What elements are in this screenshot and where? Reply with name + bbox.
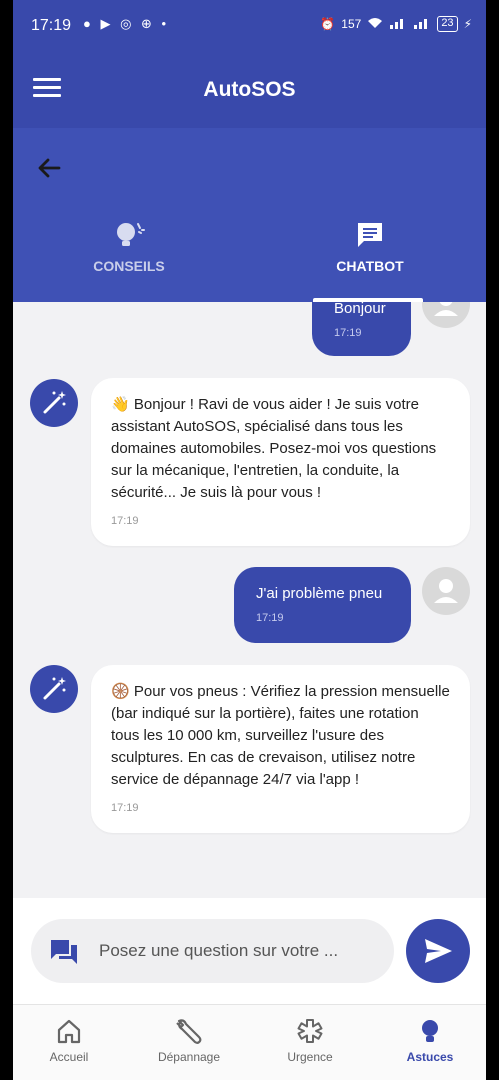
home-icon bbox=[57, 1019, 81, 1044]
battery-indicator: 23 bbox=[437, 16, 458, 32]
charging-icon: ⚡ bbox=[463, 17, 472, 31]
app-screen: 17:19 ● ▶ ◎ ⊕ • ⏰ 157 23 ⚡ AutoSOS CONSE… bbox=[13, 0, 486, 1080]
network-speed: 157 bbox=[341, 17, 362, 31]
bot-avatar bbox=[30, 665, 78, 713]
tab-conseils[interactable]: CONSEILS bbox=[29, 220, 229, 274]
message-time: 17:19 bbox=[334, 327, 362, 339]
message-bot: 👋 Bonjour ! Ravi de vous aider ! Je suis… bbox=[91, 378, 470, 546]
wifi-icon bbox=[367, 17, 383, 32]
message-time: 17:19 bbox=[256, 612, 284, 624]
signal-icon-2 bbox=[413, 17, 431, 32]
signal-icon bbox=[389, 17, 407, 32]
magic-wand-icon bbox=[43, 677, 66, 700]
lightbulb-icon bbox=[117, 223, 145, 246]
app-bar: AutoSOS bbox=[13, 54, 486, 128]
user-avatar bbox=[422, 302, 470, 328]
chat-messages[interactable]: Bonjour 17:19 👋 Bonjour ! Ravi de vous a… bbox=[13, 302, 486, 898]
message-text: J'ai problème pneu bbox=[256, 585, 383, 602]
medical-icon bbox=[297, 1019, 323, 1043]
message-text: 👋 Bonjour ! Ravi de vous aider ! Je suis… bbox=[111, 396, 437, 501]
wrench-icon bbox=[176, 1019, 202, 1044]
nav-accueil-label: Accueil bbox=[49, 1050, 89, 1064]
notification-icons: ● ▶ ◎ ⊕ • bbox=[83, 16, 170, 31]
send-button[interactable] bbox=[406, 919, 470, 983]
wheel-emoji: 🛞 bbox=[111, 683, 130, 700]
tab-header: CONSEILS CHATBOT bbox=[13, 128, 486, 302]
nav-urgence-label: Urgence bbox=[287, 1050, 333, 1064]
nav-urgence[interactable]: Urgence bbox=[260, 1017, 360, 1064]
tab-chatbot[interactable]: CHATBOT bbox=[270, 220, 470, 274]
status-bar: 17:19 ● ▶ ◎ ⊕ • ⏰ 157 23 ⚡ bbox=[13, 0, 486, 54]
user-avatar bbox=[422, 567, 470, 615]
tab-chatbot-label: CHATBOT bbox=[336, 258, 404, 274]
message-time: 17:19 bbox=[111, 515, 139, 527]
message-text: 🛞 Pour vos pneus : Vérifiez la pression … bbox=[111, 683, 450, 788]
status-right: ⏰ 157 23 ⚡ bbox=[320, 16, 472, 32]
alarm-icon: ⏰ bbox=[320, 17, 336, 31]
magic-wand-icon bbox=[43, 391, 66, 414]
message-text: Bonjour bbox=[334, 302, 386, 317]
message-user: J'ai problème pneu 17:19 bbox=[234, 567, 411, 643]
nav-depannage-label: Dépannage bbox=[157, 1050, 221, 1064]
lightbulb-icon bbox=[422, 1020, 438, 1042]
status-time: 17:19 bbox=[31, 17, 72, 34]
message-bot: 🛞 Pour vos pneus : Vérifiez la pression … bbox=[91, 665, 470, 833]
nav-depannage[interactable]: Dépannage bbox=[139, 1017, 239, 1064]
nav-astuces-label: Astuces bbox=[406, 1050, 454, 1064]
bottom-navigation: Accueil Dépannage Urgence Astuces bbox=[13, 1004, 486, 1080]
chat-icon bbox=[358, 223, 382, 247]
chat-bubbles-icon bbox=[51, 940, 77, 964]
tab-conseils-label: CONSEILS bbox=[93, 258, 165, 274]
message-input-bar bbox=[13, 898, 486, 1004]
nav-accueil[interactable]: Accueil bbox=[19, 1017, 119, 1064]
bot-avatar bbox=[30, 379, 78, 427]
wave-emoji: 👋 bbox=[111, 396, 130, 413]
message-user: Bonjour 17:19 bbox=[312, 302, 411, 356]
nav-astuces[interactable]: Astuces bbox=[380, 1017, 480, 1064]
message-time: 17:19 bbox=[111, 802, 139, 814]
send-icon bbox=[425, 939, 452, 963]
back-arrow-icon[interactable] bbox=[33, 152, 65, 184]
message-input[interactable] bbox=[99, 919, 389, 983]
app-title: AutoSOS bbox=[203, 78, 296, 101]
message-input-container[interactable] bbox=[31, 919, 394, 983]
